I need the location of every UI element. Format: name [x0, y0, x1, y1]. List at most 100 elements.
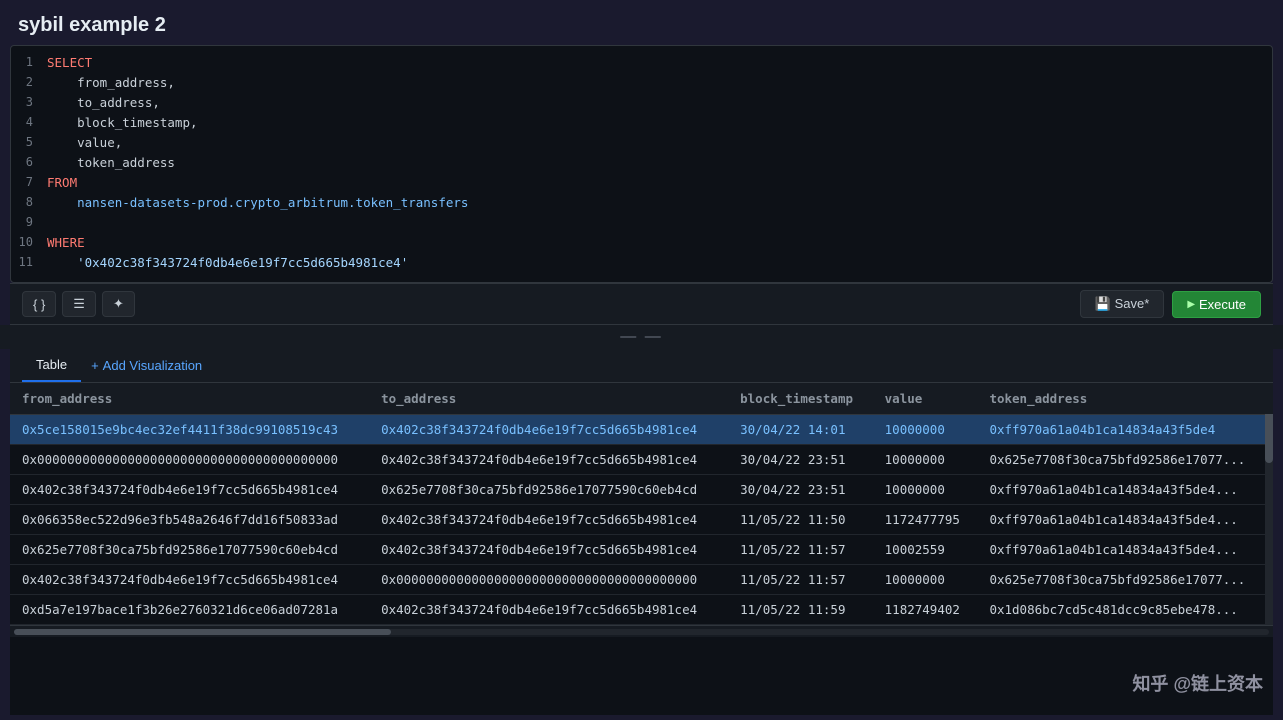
cell-value: 10002559	[873, 535, 978, 565]
star-button[interactable]: ✦	[102, 291, 135, 317]
toolbar-left: { } ☰ ✦	[22, 291, 135, 317]
cell-value: 10000000	[873, 565, 978, 595]
cell-token_address: 0x625e7708f30ca75bfd92586e17077...	[977, 565, 1273, 595]
cell-block_timestamp: 11/05/22 11:50	[728, 505, 873, 535]
cell-to_address: 0x00000000000000000000000000000000000000…	[369, 565, 728, 595]
cell-to_address: 0x402c38f343724f0db4e6e19f7cc5d665b4981c…	[369, 535, 728, 565]
cell-from_address: 0x625e7708f30ca75bfd92586e17077590c60eb4…	[10, 535, 369, 565]
save-label: Save*	[1115, 296, 1150, 311]
line-code: FROM	[47, 175, 77, 190]
horizontal-scrollbar[interactable]	[10, 625, 1273, 637]
col-header-value[interactable]: value	[873, 383, 978, 415]
line-code: WHERE	[47, 235, 85, 250]
code-line: 11 '0x402c38f343724f0db4e6e19f7cc5d665b4…	[11, 254, 1272, 274]
cell-value: 1182749402	[873, 595, 978, 625]
cell-from_address: 0x402c38f343724f0db4e6e19f7cc5d665b4981c…	[10, 565, 369, 595]
cell-block_timestamp: 30/04/22 23:51	[728, 475, 873, 505]
vertical-scrollbar[interactable]	[1265, 383, 1273, 625]
code-line: 6 token_address	[11, 154, 1272, 174]
line-code: value,	[47, 135, 122, 150]
tab-table-label: Table	[36, 357, 67, 372]
execute-button[interactable]: ▶ Execute	[1172, 291, 1261, 318]
h-scrollbar-thumb[interactable]	[14, 629, 391, 635]
line-code: to_address,	[47, 95, 160, 110]
cell-token_address: 0xff970a61a04b1ca14834a43f5de4	[977, 415, 1273, 445]
code-line: 9	[11, 214, 1272, 234]
code-editor[interactable]: 1SELECT2 from_address,3 to_address,4 blo…	[10, 45, 1273, 283]
cell-token_address: 0x625e7708f30ca75bfd92586e17077...	[977, 445, 1273, 475]
add-viz-label: Add Visualization	[103, 358, 203, 373]
table-view-button[interactable]: ☰	[62, 291, 96, 317]
cell-block_timestamp: 30/04/22 14:01	[728, 415, 873, 445]
col-header-to_address[interactable]: to_address	[369, 383, 728, 415]
data-table-container[interactable]: from_address to_address block_timestamp …	[10, 383, 1273, 625]
cell-block_timestamp: 11/05/22 11:59	[728, 595, 873, 625]
cell-from_address: 0xd5a7e197bace1f3b26e2760321d6ce06ad0728…	[10, 595, 369, 625]
cell-block_timestamp: 11/05/22 11:57	[728, 565, 873, 595]
cell-from_address: 0x066358ec522d96e3fb548a2646f7dd16f50833…	[10, 505, 369, 535]
save-button[interactable]: 💾 Save*	[1080, 290, 1165, 318]
line-number: 4	[11, 115, 47, 129]
code-line: 7FROM	[11, 174, 1272, 194]
line-code: from_address,	[47, 75, 175, 90]
cell-token_address: 0xff970a61a04b1ca14834a43f5de4...	[977, 505, 1273, 535]
line-code: token_address	[47, 155, 175, 170]
line-code: SELECT	[47, 55, 92, 70]
line-code: block_timestamp,	[47, 115, 198, 130]
table-row[interactable]: 0x402c38f343724f0db4e6e19f7cc5d665b4981c…	[10, 475, 1273, 505]
cell-to_address: 0x402c38f343724f0db4e6e19f7cc5d665b4981c…	[369, 445, 728, 475]
line-number: 9	[11, 215, 47, 229]
editor-toolbar: { } ☰ ✦ 💾 Save* ▶ Execute	[10, 283, 1273, 325]
cell-value: 1172477795	[873, 505, 978, 535]
code-line: 8 nansen-datasets-prod.crypto_arbitrum.t…	[11, 194, 1272, 214]
json-format-button[interactable]: { }	[22, 291, 56, 317]
plus-icon: +	[91, 358, 99, 373]
code-lines: 1SELECT2 from_address,3 to_address,4 blo…	[11, 54, 1272, 274]
tab-table[interactable]: Table	[22, 349, 81, 382]
toolbar-right: 💾 Save* ▶ Execute	[1080, 290, 1261, 318]
cell-to_address: 0x625e7708f30ca75bfd92586e17077590c60eb4…	[369, 475, 728, 505]
line-number: 1	[11, 55, 47, 69]
cell-token_address: 0xff970a61a04b1ca14834a43f5de4...	[977, 535, 1273, 565]
handle-icon: — —	[620, 328, 662, 345]
table-row[interactable]: 0xd5a7e197bace1f3b26e2760321d6ce06ad0728…	[10, 595, 1273, 625]
code-line: 1SELECT	[11, 54, 1272, 74]
line-number: 5	[11, 135, 47, 149]
col-header-block_timestamp[interactable]: block_timestamp	[728, 383, 873, 415]
cell-from_address: 0x00000000000000000000000000000000000000…	[10, 445, 369, 475]
cell-value: 10000000	[873, 445, 978, 475]
line-number: 2	[11, 75, 47, 89]
table-row[interactable]: 0x625e7708f30ca75bfd92586e17077590c60eb4…	[10, 535, 1273, 565]
line-number: 11	[11, 255, 47, 269]
col-header-token_address[interactable]: token_address	[977, 383, 1273, 415]
table-row[interactable]: 0x00000000000000000000000000000000000000…	[10, 445, 1273, 475]
line-number: 8	[11, 195, 47, 209]
add-visualization-button[interactable]: + Add Visualization	[81, 350, 212, 381]
table-row[interactable]: 0x066358ec522d96e3fb548a2646f7dd16f50833…	[10, 505, 1273, 535]
cell-value: 10000000	[873, 415, 978, 445]
results-area: Table + Add Visualization from_address t…	[10, 349, 1273, 715]
table-header-row: from_address to_address block_timestamp …	[10, 383, 1273, 415]
play-icon: ▶	[1187, 299, 1195, 310]
code-line: 5 value,	[11, 134, 1272, 154]
table-row[interactable]: 0x5ce158015e9bc4ec32ef4411f38dc99108519c…	[10, 415, 1273, 445]
table-row[interactable]: 0x402c38f343724f0db4e6e19f7cc5d665b4981c…	[10, 565, 1273, 595]
cell-from_address: 0x402c38f343724f0db4e6e19f7cc5d665b4981c…	[10, 475, 369, 505]
cell-token_address: 0x1d086bc7cd5c481dcc9c85ebe478...	[977, 595, 1273, 625]
cell-block_timestamp: 11/05/22 11:57	[728, 535, 873, 565]
col-header-from_address[interactable]: from_address	[10, 383, 369, 415]
main-layout: 1SELECT2 from_address,3 to_address,4 blo…	[0, 45, 1283, 715]
cell-to_address: 0x402c38f343724f0db4e6e19f7cc5d665b4981c…	[369, 505, 728, 535]
line-code: '0x402c38f343724f0db4e6e19f7cc5d665b4981…	[47, 255, 408, 270]
code-line: 2 from_address,	[11, 74, 1272, 94]
cell-value: 10000000	[873, 475, 978, 505]
code-line: 4 block_timestamp,	[11, 114, 1272, 134]
line-number: 10	[11, 235, 47, 249]
app-header: sybil example 2	[0, 0, 1283, 45]
cell-to_address: 0x402c38f343724f0db4e6e19f7cc5d665b4981c…	[369, 415, 728, 445]
resize-handle[interactable]: — —	[0, 325, 1283, 349]
cell-token_address: 0xff970a61a04b1ca14834a43f5de4...	[977, 475, 1273, 505]
page-title: sybil example 2	[18, 14, 1265, 37]
execute-label: Execute	[1199, 297, 1246, 312]
line-number: 7	[11, 175, 47, 189]
